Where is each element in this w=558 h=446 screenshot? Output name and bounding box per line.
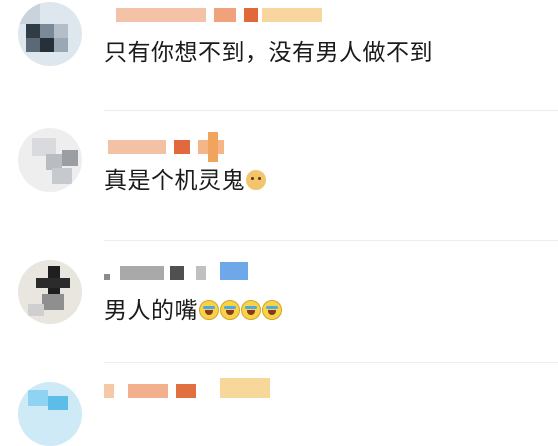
avatar[interactable] [18, 260, 82, 324]
username-blurred[interactable] [104, 378, 284, 402]
avatar[interactable] [18, 2, 82, 66]
laugh-cry-icon [220, 300, 240, 320]
doge-icon [246, 170, 266, 190]
laugh-cry-icon [262, 300, 282, 320]
comment-text: 男人的嘴 [104, 296, 282, 326]
username-blurred[interactable] [104, 262, 264, 284]
avatar[interactable] [18, 382, 82, 446]
comment-text-label: 男人的嘴 [104, 298, 198, 324]
divider [104, 110, 558, 111]
divider [104, 362, 558, 363]
comment-text: 只有你想不到，没有男人做不到 [104, 40, 433, 66]
avatar[interactable] [18, 128, 82, 192]
divider [104, 240, 558, 241]
comment-text: 真是个机灵鬼 [104, 166, 266, 196]
laugh-cry-icon [241, 300, 261, 320]
laugh-cry-icon [199, 300, 219, 320]
username-blurred[interactable] [104, 8, 324, 26]
comment-text-label: 真是个机灵鬼 [104, 168, 245, 194]
username-blurred[interactable] [104, 132, 264, 162]
